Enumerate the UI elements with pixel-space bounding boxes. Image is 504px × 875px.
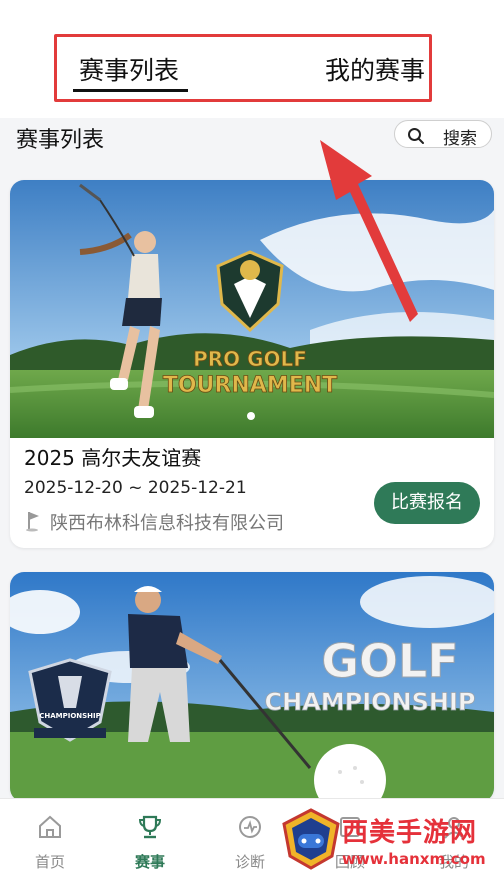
event-card[interactable]: PRO GOLF TOURNAMENT 2025 高尔夫友谊赛 2025-12-…	[10, 180, 494, 548]
hero-title-line1: PRO GOLF	[193, 347, 307, 371]
tab-highlight-box: 赛事列表 我的赛事	[54, 34, 432, 102]
search-label: 搜索	[443, 129, 477, 149]
home-icon	[39, 815, 61, 838]
nav-label: 首页	[34, 853, 65, 871]
site-watermark: 西美手游网 www.hanxm.com	[278, 806, 504, 874]
watermark-url: www.hanxm.com	[342, 850, 486, 868]
hero-title-line2: TOURNAMENT	[163, 373, 337, 398]
search-button[interactable]: 搜索	[394, 120, 492, 149]
event-card[interactable]: CHAMPIONSHIP GOLF CHAMPIONSHIP	[10, 572, 494, 802]
search-icon	[408, 128, 424, 144]
event-title: 2025 高尔夫友谊赛	[24, 446, 202, 470]
diagnose-icon	[239, 816, 261, 838]
nav-events[interactable]: 赛事	[100, 799, 200, 875]
golf-flag-icon	[26, 512, 39, 532]
hero-title-line1: GOLF	[321, 634, 459, 688]
nav-home[interactable]: 首页	[0, 799, 100, 875]
top-tab-bar: 赛事列表 我的赛事	[0, 0, 504, 118]
trophy-icon	[138, 815, 162, 839]
section-header: 赛事列表 搜索	[0, 112, 504, 164]
watermark-name: 西美手游网	[342, 818, 478, 848]
tab-my-events[interactable]: 我的赛事	[325, 51, 425, 87]
event-dates: 2025-12-20 ~ 2025-12-21	[24, 478, 247, 498]
register-button[interactable]: 比赛报名	[374, 482, 480, 524]
watermark-logo-icon	[282, 808, 340, 870]
tab-event-list[interactable]: 赛事列表	[79, 51, 179, 87]
event-hero-image: CHAMPIONSHIP GOLF CHAMPIONSHIP	[10, 572, 494, 802]
section-title: 赛事列表	[16, 128, 105, 153]
active-tab-underline	[73, 89, 188, 92]
nav-label: 赛事	[134, 853, 165, 871]
organizer-name: 陕西布林科信息科技有限公司	[50, 513, 284, 534]
hero-title-line2: CHAMPIONSHIP	[264, 688, 475, 716]
badge-text: CHAMPIONSHIP	[39, 712, 101, 720]
event-hero-image: PRO GOLF TOURNAMENT	[10, 180, 494, 438]
